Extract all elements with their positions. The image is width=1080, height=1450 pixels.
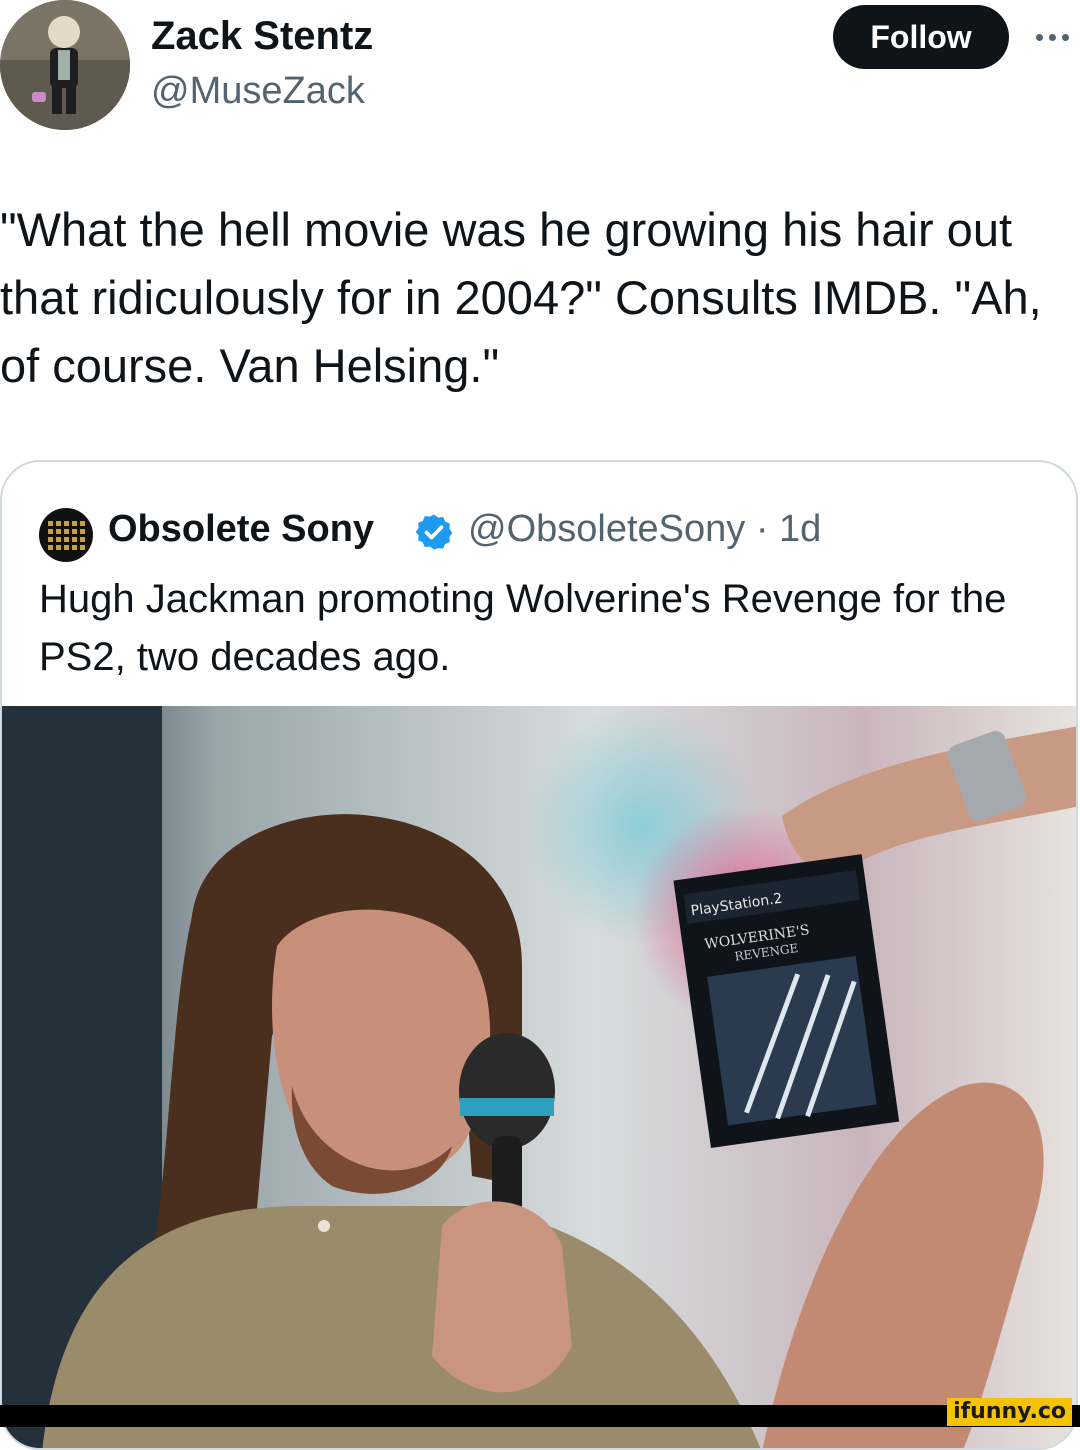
quoted-tweet-text: Hugh Jackman promoting Wolverine's Reven… bbox=[39, 577, 1007, 679]
verified-badge-icon bbox=[415, 514, 453, 550]
dot bbox=[1049, 33, 1056, 41]
avatar-image bbox=[0, 0, 130, 130]
author-handle[interactable]: @MuseZack bbox=[151, 70, 365, 113]
photo-illustration: PlayStation.2 WOLVERINE'S REVENGE bbox=[2, 706, 1076, 1448]
quoted-author-handle-time[interactable]: @ObsoleteSony · 1d bbox=[468, 508, 821, 551]
quoted-tweet-photo[interactable]: PlayStation.2 WOLVERINE'S REVENGE bbox=[2, 706, 1076, 1448]
quoted-author-avatar[interactable] bbox=[39, 508, 93, 562]
tweet-text: "What the hell movie was he growing his … bbox=[0, 203, 1042, 392]
watermark-logo: ifunny.co bbox=[947, 1398, 1072, 1426]
author-display-name[interactable]: Zack Stentz bbox=[151, 14, 373, 59]
more-options-icon[interactable] bbox=[1036, 30, 1076, 44]
dot bbox=[1062, 33, 1069, 41]
author-avatar[interactable] bbox=[0, 0, 130, 130]
quoted-author-name[interactable]: Obsolete Sony bbox=[108, 508, 374, 551]
dot bbox=[1036, 33, 1043, 41]
follow-button[interactable]: Follow bbox=[833, 5, 1009, 69]
footer-bar bbox=[0, 1405, 1080, 1427]
quoted-tweet-card[interactable]: Obsolete Sony @ObsoleteSony · 1d Hugh Ja… bbox=[0, 460, 1078, 1450]
